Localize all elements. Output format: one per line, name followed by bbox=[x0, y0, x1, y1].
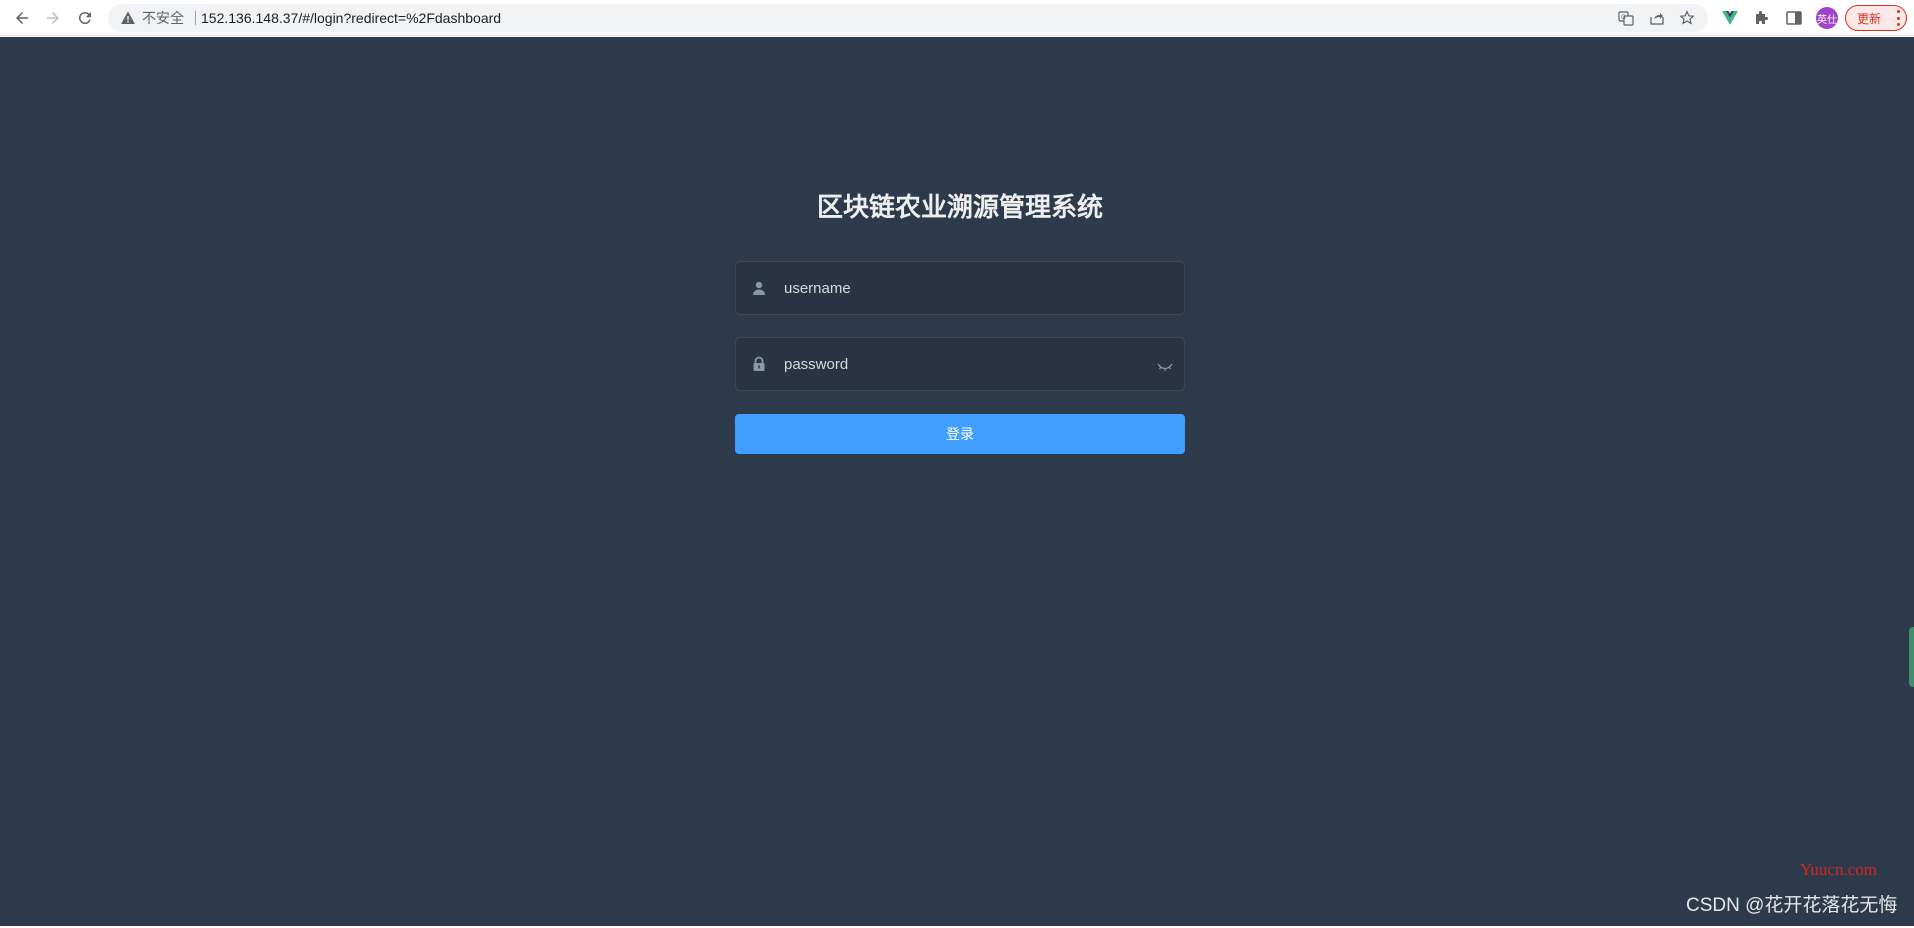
side-drawer-tab[interactable] bbox=[1909, 627, 1914, 687]
more-menu-icon[interactable] bbox=[1896, 10, 1900, 26]
csdn-watermark: CSDN @花开花落花无悔 bbox=[1686, 895, 1898, 916]
svg-text:G: G bbox=[1621, 14, 1626, 21]
address-bar[interactable]: 不安全 152.136.148.37/#/login?redirect=%2Fd… bbox=[108, 4, 1708, 32]
warning-icon[interactable] bbox=[120, 10, 136, 26]
reload-icon[interactable] bbox=[73, 6, 97, 30]
password-input[interactable] bbox=[784, 338, 1144, 390]
site-watermark: Yuucn.com bbox=[1800, 860, 1877, 879]
update-label: 更新 bbox=[1857, 11, 1882, 26]
star-icon[interactable] bbox=[1679, 10, 1695, 26]
eye-closed-icon[interactable] bbox=[1156, 356, 1174, 374]
vue-icon[interactable] bbox=[1720, 8, 1740, 28]
update-button[interactable]: 更新 bbox=[1845, 5, 1907, 31]
lock-icon bbox=[750, 355, 768, 373]
login-button[interactable]: 登录 bbox=[735, 414, 1185, 454]
username-input[interactable] bbox=[784, 262, 1144, 314]
login-page: 区块链农业溯源管理系统 登录 Yuucn.com CSDN @花开花落花无悔 bbox=[0, 37, 1914, 926]
url-text[interactable]: 152.136.148.37/#/login?redirect=%2Fdashb… bbox=[201, 4, 501, 32]
insecure-label[interactable]: 不安全 bbox=[142, 4, 184, 32]
page-title: 区块链农业溯源管理系统 bbox=[816, 192, 1103, 222]
user-icon bbox=[750, 279, 768, 297]
browser-toolbar: 不安全 152.136.148.37/#/login?redirect=%2Fd… bbox=[0, 0, 1914, 36]
username-field[interactable] bbox=[735, 261, 1185, 315]
puzzle-icon[interactable] bbox=[1752, 8, 1772, 28]
side-panel-icon[interactable] bbox=[1784, 8, 1804, 28]
translate-icon[interactable]: G bbox=[1618, 10, 1634, 26]
back-arrow-icon[interactable] bbox=[10, 6, 34, 30]
share-icon[interactable] bbox=[1649, 10, 1665, 26]
profile-avatar[interactable]: 英仕 bbox=[1816, 7, 1838, 29]
forward-arrow-icon[interactable] bbox=[41, 6, 65, 30]
omnibox-divider bbox=[195, 11, 196, 25]
password-field[interactable] bbox=[735, 337, 1185, 391]
